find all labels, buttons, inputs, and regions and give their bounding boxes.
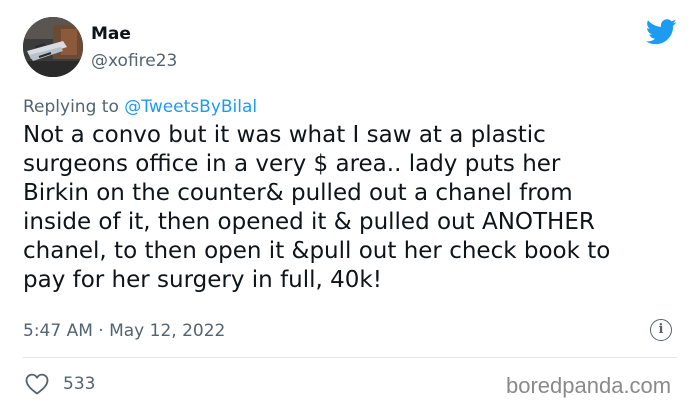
watermark: boredpanda.com <box>506 373 672 398</box>
info-circle-icon[interactable]: i <box>650 319 672 341</box>
divider <box>23 357 677 358</box>
like-count: 533 <box>63 374 96 394</box>
tweet-timestamp[interactable]: 5:47 AM · May 12, 2022 <box>23 321 225 341</box>
user-handle[interactable]: @xofire23 <box>91 51 177 71</box>
tweet-card: Mae @xofire23 Replying to @TweetsByBilal… <box>0 0 700 410</box>
avatar[interactable] <box>23 17 83 77</box>
replying-to: Replying to @TweetsByBilal <box>23 97 257 117</box>
reply-mention-link[interactable]: @TweetsByBilal <box>124 97 257 117</box>
avatar-image <box>23 17 83 77</box>
like-button[interactable]: 533 <box>25 370 95 398</box>
tweet-text: Not a convo but it was what I saw at a p… <box>23 122 611 293</box>
replying-to-prefix: Replying to <box>23 97 119 117</box>
heart-outline-icon <box>25 373 49 395</box>
twitter-bird-icon[interactable] <box>646 19 677 45</box>
display-name[interactable]: Mae <box>91 24 131 44</box>
